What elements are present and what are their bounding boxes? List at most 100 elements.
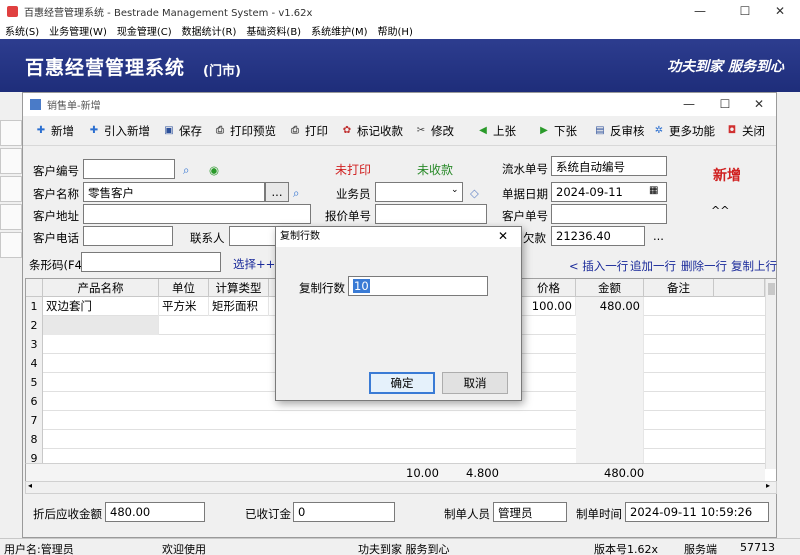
more-functions-button[interactable]: ✲ 更多功能 <box>653 116 715 146</box>
menu-maintenance[interactable]: 系统维护(M) <box>306 23 372 38</box>
left-nav-button[interactable] <box>0 204 22 230</box>
menu-bar: 系统(S) 业务管理(W) 现金管理(C) 数据统计(R) 基础资料(B) 系统… <box>0 22 800 39</box>
app-title: 百惠经营管理系统 - Bestrade Management System - … <box>24 7 313 19</box>
print-button[interactable]: ⎙ 打印 <box>289 116 328 146</box>
delete-row-link[interactable]: 删除一行 <box>681 258 727 274</box>
quote-no-field[interactable] <box>375 204 487 224</box>
customer-name-field[interactable]: 零售客户 <box>83 182 265 202</box>
cell-product[interactable] <box>43 316 159 335</box>
serial-field[interactable]: 系统自动编号 <box>551 156 667 176</box>
column-header-unit[interactable]: 单位 <box>159 279 209 297</box>
scroll-left-icon[interactable]: ◂ <box>28 481 32 490</box>
unaudit-button[interactable]: ▤ 反审核 <box>594 116 644 146</box>
customer-picker-button[interactable]: ... <box>265 182 289 202</box>
import-new-button[interactable]: ✚ 引入新增 <box>88 116 150 146</box>
search-icon[interactable]: ⌕ <box>183 163 189 178</box>
column-header-amount[interactable]: 金额 <box>576 279 644 297</box>
quote-no-label: 报价单号 <box>325 209 371 223</box>
left-nav-button[interactable] <box>0 176 22 202</box>
previous-label: 上张 <box>493 124 516 138</box>
column-header-calc-type[interactable]: 计算类型 <box>209 279 269 297</box>
collapse-toggle[interactable]: ^^ <box>711 204 729 217</box>
total-qty: 10.00 <box>406 466 439 480</box>
customer-no-field[interactable] <box>83 159 175 179</box>
edit-button[interactable]: ✂ 修改 <box>415 116 454 146</box>
table-row[interactable]: 8 <box>26 430 766 449</box>
cell-amount[interactable] <box>576 430 644 449</box>
eraser-icon[interactable]: ◇ <box>470 186 479 200</box>
left-nav-button[interactable] <box>0 232 22 258</box>
child-close-button[interactable]: ✕ <box>743 93 775 116</box>
menu-help[interactable]: 帮助(H) <box>373 23 418 38</box>
close-window-button[interactable]: ✕ <box>760 0 800 22</box>
close-button[interactable]: ◘ 关闭 <box>726 116 765 146</box>
dialog-close-button[interactable]: ✕ <box>498 229 508 243</box>
debt-detail-button[interactable]: ... <box>653 229 664 243</box>
app-titlebar: 百惠经营管理系统 - Bestrade Management System - … <box>0 0 800 22</box>
previous-button[interactable]: ◀ 上张 <box>477 116 516 146</box>
barcode-label: 条形码(F4) <box>29 258 87 272</box>
next-label: 下张 <box>554 124 577 138</box>
mark-paid-button[interactable]: ✿ 标记收款 <box>341 116 403 146</box>
menu-business[interactable]: 业务管理(W) <box>44 23 112 38</box>
scroll-thumb[interactable] <box>768 283 775 295</box>
refresh-icon[interactable]: ◉ <box>209 163 219 177</box>
dialog-title: 复制行数 <box>276 227 521 247</box>
horizontal-scrollbar[interactable]: ◂ ▸ <box>25 481 777 494</box>
menu-cash[interactable]: 现金管理(C) <box>112 23 177 38</box>
scroll-right-icon[interactable]: ▸ <box>766 481 770 490</box>
cell-price[interactable]: 100.00 <box>522 297 576 316</box>
left-nav-button[interactable] <box>0 148 22 174</box>
cancel-button[interactable]: 取消 <box>442 372 508 394</box>
table-row[interactable]: 7 <box>26 411 766 430</box>
cell-amount[interactable] <box>576 335 644 354</box>
customer-phone-label: 客户电话 <box>33 231 79 245</box>
cell-unit[interactable]: 平方米 <box>159 297 209 316</box>
cell-amount[interactable] <box>576 316 644 335</box>
chevron-down-icon[interactable]: ⌄ <box>451 185 459 195</box>
child-maximize-button[interactable]: ☐ <box>709 93 741 116</box>
select-plus-link[interactable]: 选择++ <box>233 256 275 272</box>
cell-amount[interactable] <box>576 411 644 430</box>
print-preview-button[interactable]: ⎙ 打印预览 <box>214 116 276 146</box>
edit-icon: ✂ <box>416 125 426 136</box>
customer-search-icon[interactable]: ⌕ <box>293 186 299 201</box>
maximize-button[interactable]: ☐ <box>725 0 765 22</box>
salesman-select[interactable] <box>375 182 463 202</box>
save-button[interactable]: ▣ 保存 <box>163 116 202 146</box>
minimize-button[interactable]: — <box>680 0 720 22</box>
menu-statistics[interactable]: 数据统计(R) <box>177 23 242 38</box>
app-banner: 百惠经营管理系统 (门市) 功夫到家 服务到心 <box>0 39 800 92</box>
customer-address-field[interactable] <box>83 204 311 224</box>
column-header-price[interactable]: 价格 <box>522 279 576 297</box>
ok-button[interactable]: 确定 <box>369 372 435 394</box>
cell-amount[interactable] <box>576 354 644 373</box>
child-minimize-button[interactable]: — <box>673 93 705 116</box>
cell-product[interactable]: 双边套门 <box>43 297 159 316</box>
cell-calc-type[interactable]: 矩形面积 <box>209 297 269 316</box>
customer-order-field[interactable] <box>551 204 667 224</box>
vertical-scrollbar[interactable] <box>765 279 776 469</box>
menu-system[interactable]: 系统(S) <box>0 23 44 38</box>
new-button[interactable]: ✚ 新增 <box>35 116 74 146</box>
cell-amount[interactable] <box>576 392 644 411</box>
customer-phone-field[interactable] <box>83 226 173 246</box>
cell-amount[interactable] <box>576 373 644 392</box>
cell-amount[interactable]: 480.00 <box>576 297 644 316</box>
left-nav-button[interactable] <box>0 120 22 146</box>
column-header-remark[interactable]: 备注 <box>644 279 714 297</box>
menu-basic-data[interactable]: 基础资料(B) <box>241 23 306 38</box>
barcode-input[interactable] <box>81 252 221 272</box>
deposit-field[interactable]: 0 <box>293 502 395 522</box>
next-button[interactable]: ▶ 下张 <box>538 116 577 146</box>
copy-rows-input[interactable]: 10 <box>348 276 488 296</box>
copy-row-link[interactable]: 复制上行 <box>731 258 777 274</box>
insert-row-link[interactable]: < 插入一行 <box>569 258 628 274</box>
column-header-product[interactable]: 产品名称 <box>43 279 159 297</box>
edit-label: 修改 <box>431 124 454 138</box>
row-number: 1 <box>26 297 43 316</box>
row-number: 3 <box>26 335 43 354</box>
append-row-link[interactable]: 追加一行 <box>630 258 676 274</box>
calendar-icon[interactable]: ▦ <box>649 185 658 196</box>
serial-label: 流水单号 <box>502 162 548 176</box>
